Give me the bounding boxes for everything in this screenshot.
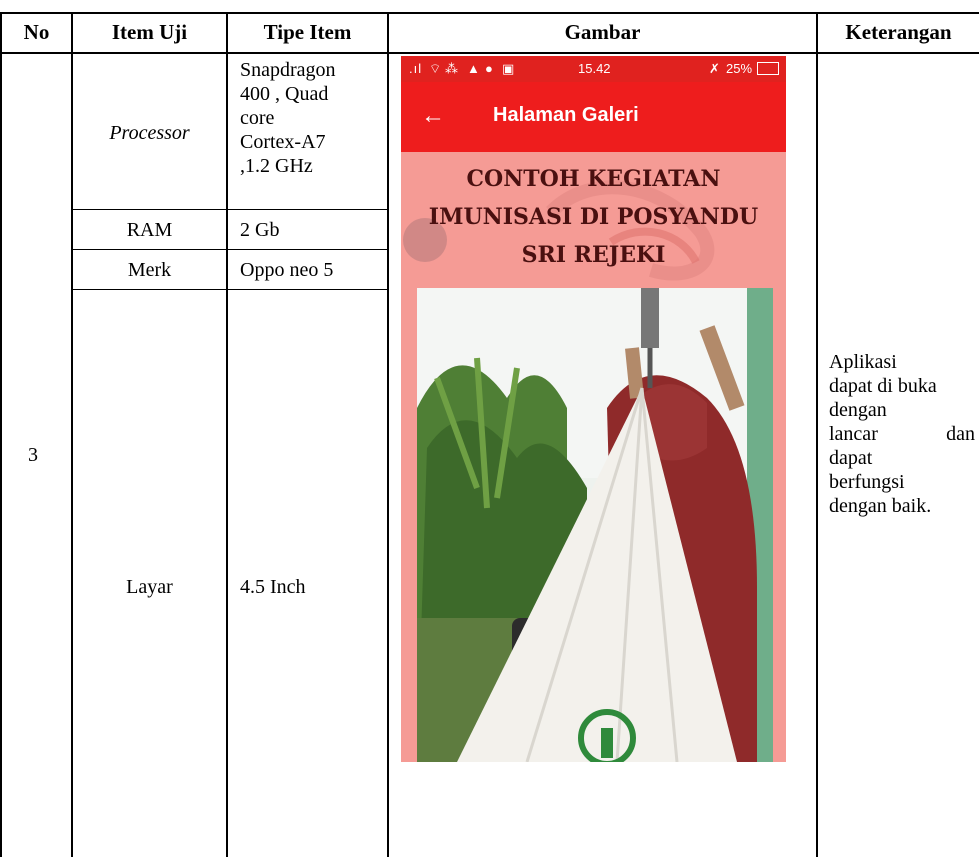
gallery-photo [417,288,773,762]
gallery-title-line: CONTOH KEGIATAN [466,166,721,192]
keterangan-line: dengan [829,399,887,421]
keterangan-line: berfungsi [829,471,905,493]
tipe-processor-line: Cortex-A7 [240,131,326,153]
wifi-icon: ⌔ [429,61,442,76]
gallery-title-line: IMUNISASI DI POSYANDU [428,204,759,230]
signal-icon: ⁂ [445,61,458,76]
status-time: 15.42 [578,61,611,76]
row-number: 3 [28,444,38,466]
mute-icon: ✗ [709,61,720,76]
tipe-processor-line: core [240,107,275,129]
row-divider [73,249,388,250]
item-processor: Processor [109,122,190,144]
gallery-title-line: SRI REJEKI [521,242,666,268]
notification-icon: ● [485,61,493,76]
tipe-processor-line: ,1.2 GHz [240,155,313,177]
header-no: No [23,20,50,44]
keterangan-line: lancar dan [829,423,975,445]
tipe-merk: Oppo neo 5 [240,259,334,281]
item-merk: Merk [127,259,172,281]
column-divider [226,12,228,857]
tipe-processor-line: 400 , Quad [240,83,329,105]
table-left-border [0,12,2,857]
header-gambar: Gambar [564,20,641,44]
header-tipe-item: Tipe Item [263,20,352,44]
table-top-border [0,12,979,14]
keterangan-line: Aplikasi [829,351,897,373]
back-arrow-icon[interactable]: ← [421,102,445,130]
keterangan-line: dapat di buka [829,375,937,397]
row-divider [73,209,388,210]
header-item-uji: Item Uji [111,20,188,44]
app-bar: ← Halaman Galeri [401,82,786,152]
image-icon: ▣ [502,61,515,76]
status-bar: .ıl ⌔ ⁂ ▲ ● ▣ 15.42 ✗ 25% [401,56,786,82]
tipe-ram: 2 Gb [240,219,280,241]
row-divider [73,289,388,290]
item-ram: RAM [126,219,173,241]
battery-icon [757,62,779,75]
tipe-layar: 4.5 Inch [240,576,306,598]
app-bar-title: Halaman Galeri [493,104,639,126]
warning-icon: ▲ [467,61,480,76]
column-divider [816,12,818,857]
tipe-processor-line: Snapdragon [240,59,336,81]
test-table: No Item Uji Tipe Item Gambar Keterangan … [0,0,979,857]
immunization-photo-illustration [417,288,773,762]
header-bottom-border [0,52,979,54]
keterangan-line: dapat [829,447,873,469]
phone-screenshot: .ıl ⌔ ⁂ ▲ ● ▣ 15.42 ✗ 25% ← Halaman Gale… [401,56,786,762]
signal-icon: .ıl [409,61,423,76]
header-keterangan: Keterangan [845,20,952,44]
column-divider [387,12,389,857]
keterangan-line: dengan baik. [829,495,932,517]
battery-percent: 25% [726,61,753,76]
item-layar: Layar [126,576,173,598]
